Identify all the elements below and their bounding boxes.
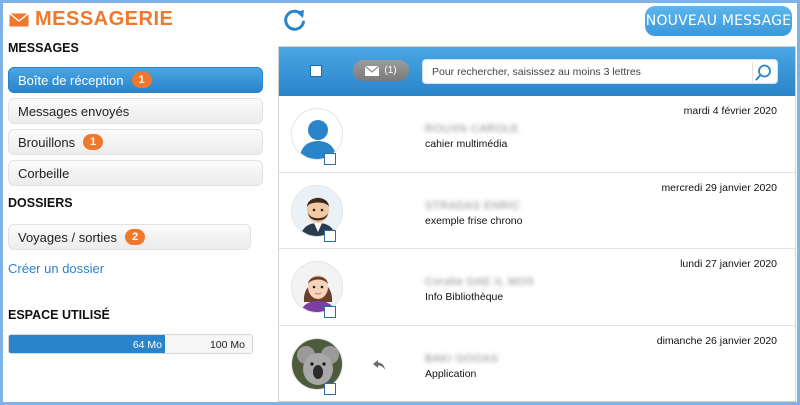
message-toolbar: (1)	[279, 47, 795, 96]
message-subject: Info Bibliothèque	[425, 291, 504, 303]
app-logo: MESSAGERIE	[9, 8, 173, 31]
folder-item-voyages[interactable]: Voyages / sorties 2	[8, 224, 251, 250]
message-sender: ROUXN CAROLE	[425, 123, 520, 135]
message-date: mardi 4 février 2020	[683, 105, 777, 117]
message-checkbox[interactable]	[324, 153, 336, 165]
search-box	[422, 59, 778, 84]
message-panel: (1) mardi 4 février 2020	[278, 46, 796, 402]
message-subject: cahier multimédia	[425, 138, 508, 150]
message-checkbox[interactable]	[324, 229, 336, 242]
messages-section-title: MESSAGES	[8, 41, 79, 55]
folder-badge: 2	[125, 229, 145, 245]
sidebar-item-label: Brouillons	[18, 134, 76, 150]
folder-item-label: Voyages / sorties	[18, 229, 117, 245]
drafts-badge: 1	[83, 134, 104, 150]
sidebar-item-sent[interactable]: Messages envoyés	[8, 98, 263, 124]
message-date: lundi 27 janvier 2020	[680, 258, 777, 270]
message-sender: STRADAS ENRIC	[425, 199, 521, 212]
search-icon	[755, 64, 771, 80]
sidebar-item-label: Messages envoyés	[18, 103, 130, 119]
create-folder-link[interactable]: Créer un dossier	[8, 261, 104, 276]
message-row[interactable]: lundi 27 janvier 2020 Coralie DAE IL MOS…	[279, 249, 795, 326]
new-message-button[interactable]: NOUVEAU MESSAGE	[645, 6, 792, 36]
reply-icon	[373, 359, 385, 370]
message-subject: exemple frise chrono	[425, 214, 523, 227]
search-input[interactable]	[432, 65, 747, 78]
refresh-icon	[284, 9, 305, 31]
message-sender: Coralie DAE IL MOS	[425, 276, 535, 288]
refresh-button[interactable]	[282, 7, 308, 33]
usage-section-title: ESPACE UTILISÉ	[8, 308, 110, 322]
message-row[interactable]: dimanche 26 janvier 2020 BAKI GOOAS Appl…	[279, 326, 795, 403]
message-sender: BAKI GOOAS	[425, 352, 499, 365]
storage-used-label: 64 Mo	[132, 339, 162, 351]
storage-total-label: 100 Mo	[209, 339, 245, 351]
envelope-icon	[365, 65, 380, 76]
message-date: mercredi 29 janvier 2020	[661, 181, 777, 194]
sidebar-item-inbox[interactable]: Boîte de réception 1	[8, 67, 263, 93]
message-checkbox[interactable]	[324, 382, 336, 395]
sidebar-item-drafts[interactable]: Brouillons 1	[8, 129, 263, 155]
message-checkbox[interactable]	[324, 306, 336, 318]
sidebar-item-trash[interactable]: Corbeille	[8, 160, 263, 186]
message-date: dimanche 26 janvier 2020	[656, 334, 777, 347]
app-title: MESSAGERIE	[35, 8, 174, 30]
sidebar-item-label: Boîte de réception	[18, 72, 124, 88]
unread-count: (1)	[384, 65, 397, 76]
select-all-checkbox[interactable]	[310, 65, 322, 77]
search-button[interactable]	[752, 62, 774, 82]
message-subject: Application	[425, 367, 477, 380]
unread-badge: 1	[131, 72, 152, 88]
unread-filter-toggle[interactable]: (1)	[353, 60, 409, 81]
message-row[interactable]: mardi 4 février 2020 ROUXN CAROLE cahier…	[279, 96, 795, 173]
folders-section-title: DOSSIERS	[8, 196, 73, 210]
envelope-icon	[9, 12, 29, 26]
message-list: mardi 4 février 2020 ROUXN CAROLE cahier…	[279, 96, 795, 402]
message-row[interactable]: mercredi 29 janvier 2020 STRADAS ENRIC e…	[279, 173, 795, 249]
sidebar-item-label: Corbeille	[18, 165, 70, 181]
storage-usage-bar: 64 Mo 100 Mo	[8, 334, 253, 354]
